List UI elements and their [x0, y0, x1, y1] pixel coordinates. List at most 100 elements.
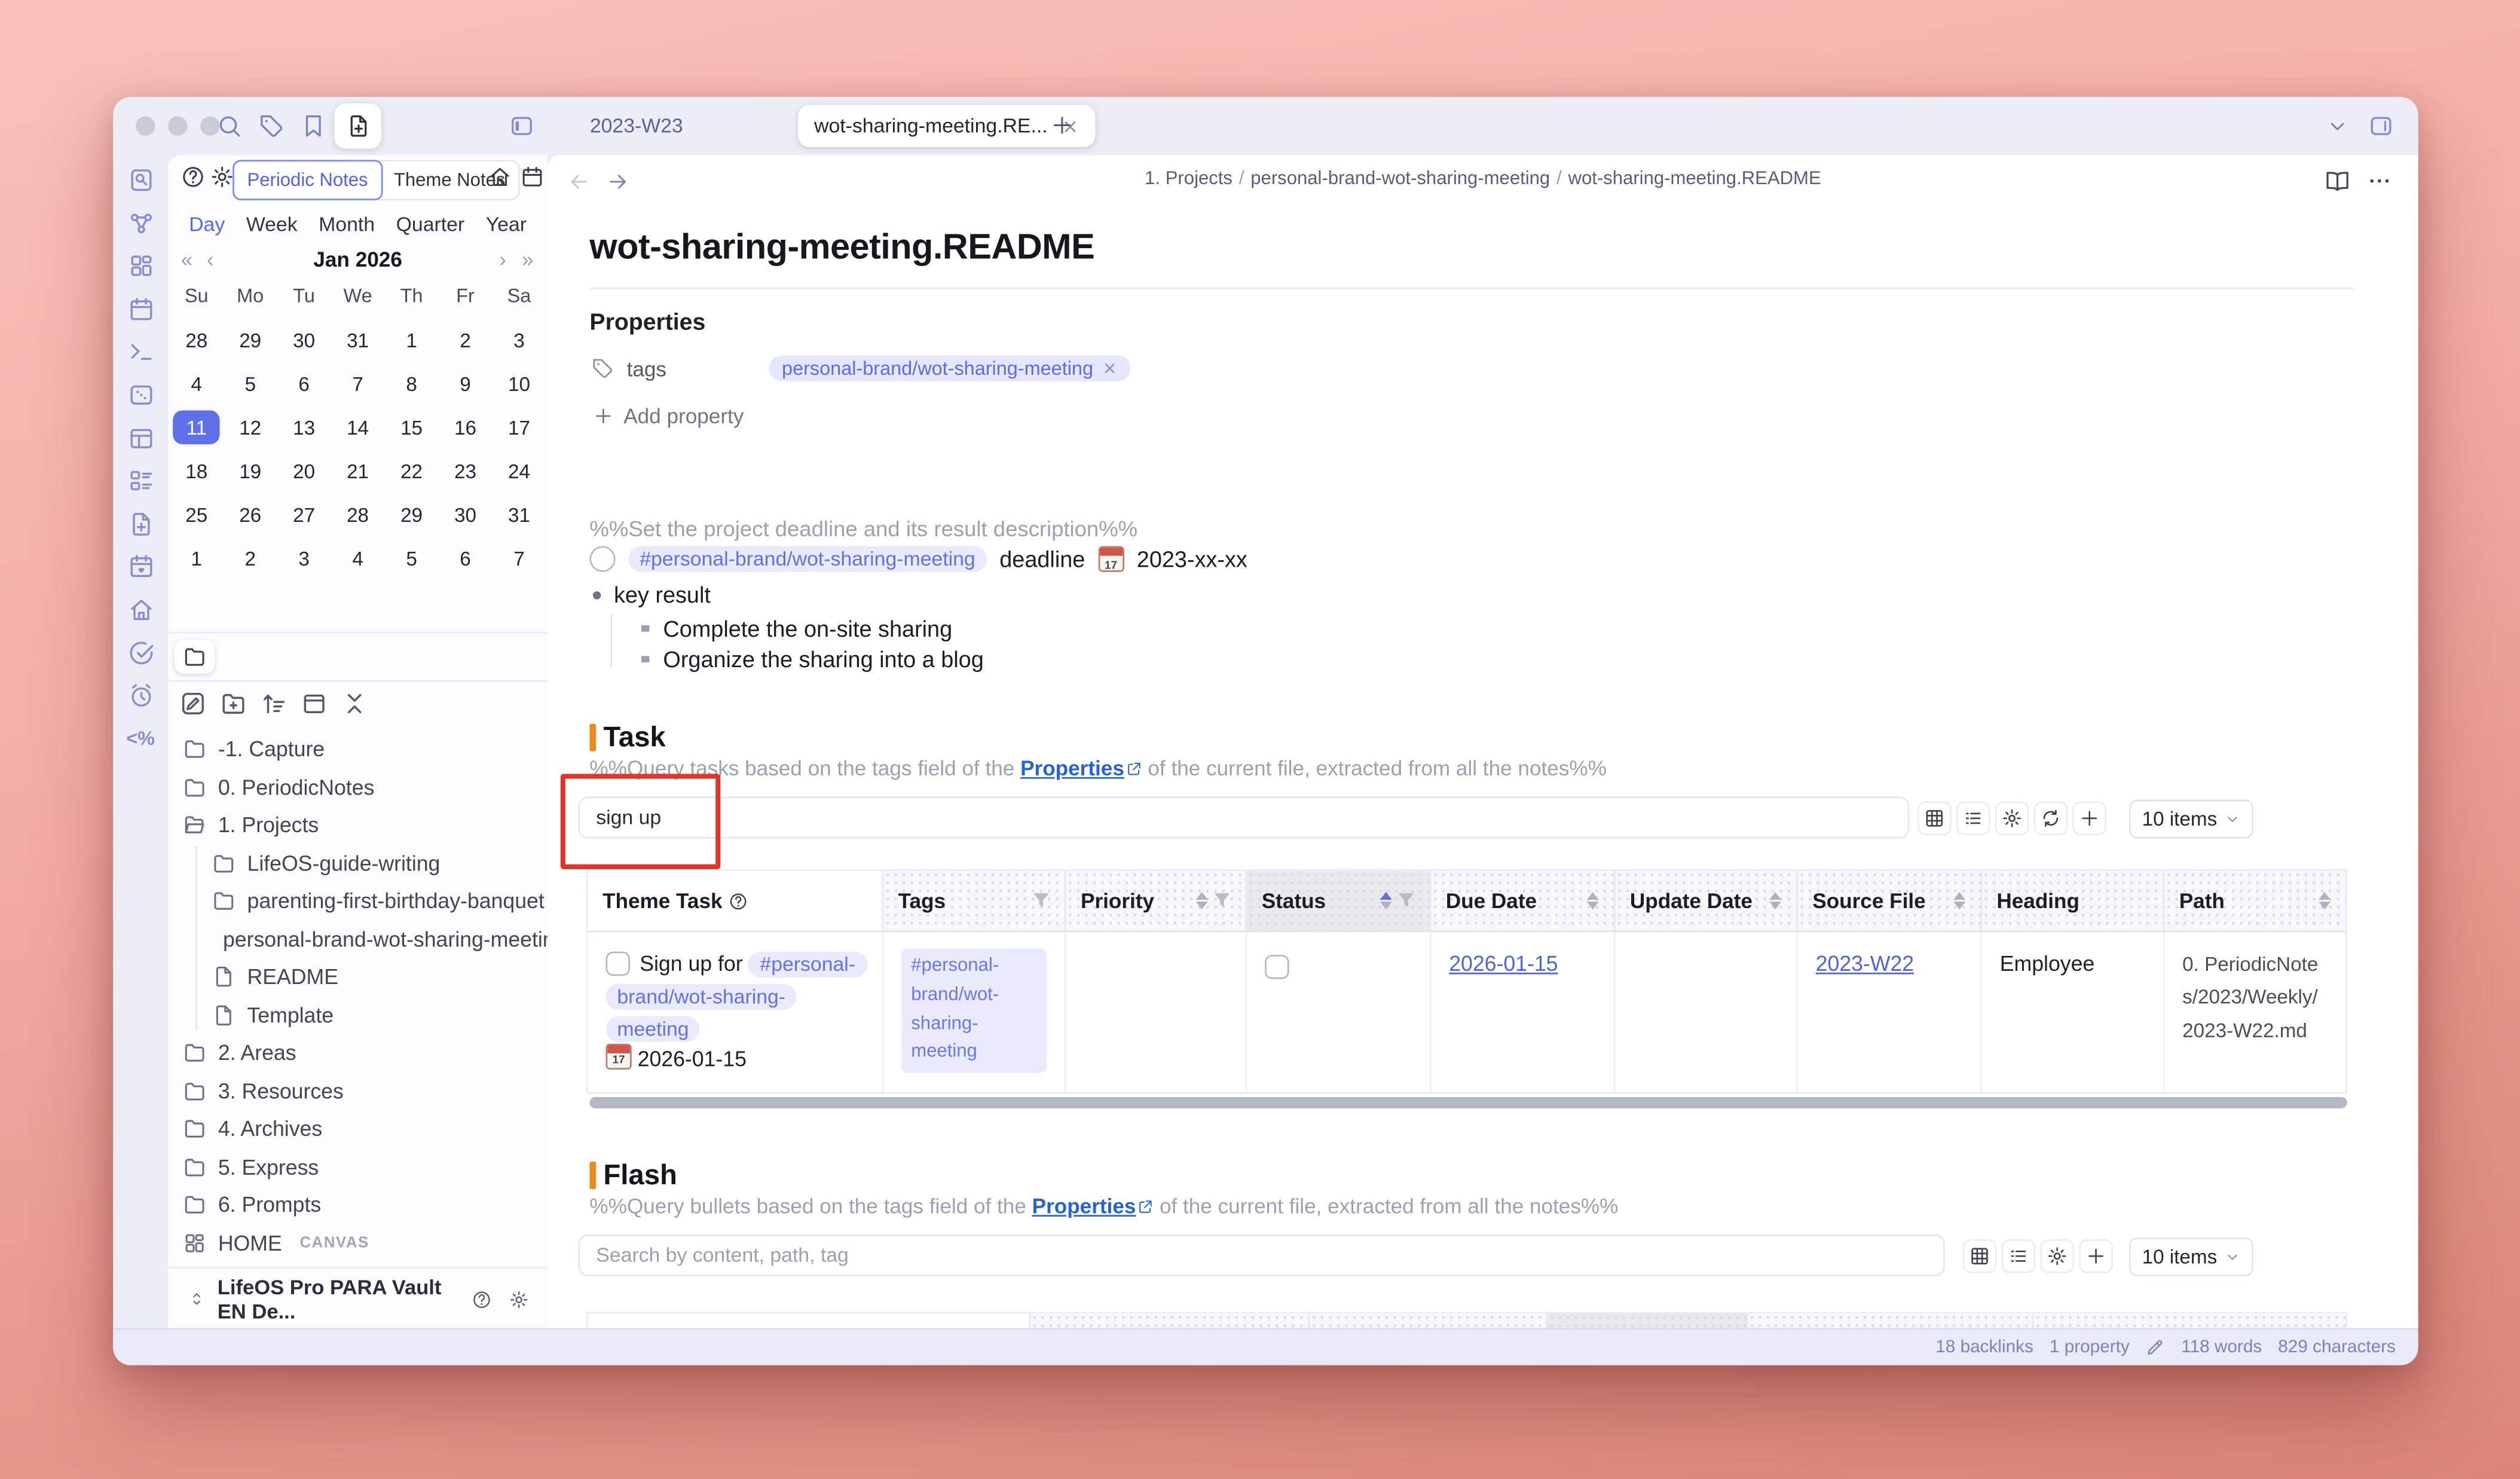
col-path[interactable]: Path: [2164, 871, 2345, 933]
calendar-day[interactable]: 12: [224, 405, 277, 449]
tree-item-home[interactable]: HOMECANVAS: [168, 1224, 548, 1262]
tag-icon[interactable]: [258, 113, 284, 139]
add-property-button[interactable]: Add property: [593, 404, 744, 429]
calendar-day[interactable]: 28: [170, 318, 224, 362]
vault-switcher[interactable]: LifeOS Pro PARA Vault EN De...: [168, 1267, 548, 1330]
calendar-day[interactable]: 22: [385, 449, 439, 493]
alarm-clock-icon[interactable]: [127, 682, 154, 710]
calendar-day[interactable]: 7: [331, 362, 385, 405]
calendar-day[interactable]: 20: [277, 449, 331, 493]
calendar-day[interactable]: 17: [492, 405, 546, 449]
calendar-heart-icon[interactable]: [127, 553, 154, 580]
tag-pill[interactable]: #personal-brand/wot-sharing-meeting: [628, 546, 986, 572]
home-icon[interactable]: [127, 596, 154, 624]
col-theme-task[interactable]: Theme Task: [588, 871, 884, 933]
tree-item[interactable]: 6. Prompts: [168, 1186, 548, 1224]
help-circle-icon[interactable]: [181, 165, 206, 190]
calendar-day[interactable]: 9: [439, 362, 493, 405]
tree-item[interactable]: personal-brand-wot-sharing-meeting: [168, 920, 548, 958]
workflow-icon[interactable]: [127, 209, 154, 237]
next-year-button[interactable]: »: [522, 247, 534, 271]
book-open-icon[interactable]: [2325, 168, 2350, 194]
tab-periodic-notes[interactable]: Periodic Notes: [233, 160, 383, 201]
calendar-day[interactable]: 6: [277, 362, 331, 405]
file-search-icon[interactable]: [127, 166, 154, 194]
help-circle-icon[interactable]: [472, 1287, 493, 1312]
col-update-date[interactable]: Update Date: [1616, 871, 1798, 933]
calendar-day[interactable]: 4: [331, 536, 385, 580]
breadcrumb[interactable]: 1. Projects/personal-brand-wot-sharing-m…: [548, 170, 2418, 189]
col-heading[interactable]: Heading: [1748, 1313, 2033, 1328]
sort-asc-icon[interactable]: [1953, 891, 1966, 900]
calendar-day[interactable]: 8: [385, 362, 439, 405]
task-checkbox[interactable]: [605, 952, 630, 976]
sort-asc-icon[interactable]: [2318, 891, 2331, 900]
tree-item[interactable]: parenting-first-birthday-banquet: [168, 882, 548, 921]
close-icon[interactable]: [1102, 360, 1118, 377]
tree-item[interactable]: 4. Archives: [168, 1110, 548, 1148]
new-note-icon[interactable]: [179, 690, 207, 717]
sort-desc-icon[interactable]: [1586, 902, 1600, 910]
col-priority[interactable]: Priority: [1066, 871, 1247, 933]
tree-item[interactable]: README: [168, 958, 548, 997]
todo-checkbox[interactable]: [589, 546, 615, 572]
calendar-day[interactable]: 2: [439, 318, 493, 362]
horizontal-scrollbar[interactable]: [589, 1097, 2347, 1108]
calendar-day[interactable]: 30: [277, 318, 331, 362]
window-minimize-button[interactable]: [168, 117, 187, 136]
calendar-day[interactable]: 10: [492, 362, 546, 405]
sort-desc-icon[interactable]: [2318, 902, 2331, 910]
flash-search-input[interactable]: [579, 1234, 1945, 1276]
backlinks-count[interactable]: 18 backlinks: [1935, 1338, 2033, 1357]
calendar-day[interactable]: 13: [277, 405, 331, 449]
add-row-button[interactable]: [2072, 801, 2106, 835]
file-plus-icon[interactable]: [127, 510, 154, 537]
calendar-day[interactable]: 25: [170, 493, 224, 536]
view-week[interactable]: Week: [246, 213, 298, 236]
col-update-date[interactable]: Update Date: [1548, 1313, 1748, 1328]
list-view-button[interactable]: [1956, 801, 1990, 835]
col-source-file[interactable]: Source File: [1310, 1313, 1548, 1328]
calendar-day[interactable]: 31: [331, 318, 385, 362]
settings-button[interactable]: [2040, 1239, 2074, 1273]
properties-link[interactable]: Properties: [1032, 1194, 1136, 1218]
panel-right-icon[interactable]: [2368, 113, 2394, 139]
tag-pill[interactable]: #personal-brand/wot-sharing-meeting: [901, 948, 1047, 1073]
view-year[interactable]: Year: [486, 213, 527, 236]
sort-asc-icon[interactable]: [1769, 891, 1782, 900]
canvas-icon[interactable]: [127, 381, 154, 409]
calendar-day[interactable]: 1: [170, 536, 224, 580]
view-quarter[interactable]: Quarter: [396, 213, 465, 236]
col-heading[interactable]: Heading: [1982, 871, 2164, 933]
chevron-down-icon[interactable]: [2326, 115, 2349, 137]
calendar-day[interactable]: 23: [439, 449, 493, 493]
calendar-day[interactable]: 27: [277, 493, 331, 536]
calendar-day[interactable]: 4: [170, 362, 224, 405]
sort-asc-icon[interactable]: [1195, 891, 1209, 900]
task-search-input[interactable]: [579, 796, 1910, 838]
new-tab-icon[interactable]: [1050, 113, 1075, 137]
table-view-button[interactable]: [1963, 1239, 1997, 1273]
filter-icon[interactable]: [1397, 892, 1415, 910]
calendar-day[interactable]: 29: [224, 318, 277, 362]
calendar-day[interactable]: 18: [170, 449, 224, 493]
sort-desc-icon[interactable]: [1195, 902, 1209, 910]
terminal-icon[interactable]: [127, 338, 154, 366]
sort-desc-icon[interactable]: [1953, 902, 1966, 910]
more-options-icon[interactable]: [2366, 168, 2392, 194]
calendar-day[interactable]: 14: [331, 405, 385, 449]
view-day[interactable]: Day: [189, 213, 225, 236]
tree-item[interactable]: Template: [168, 996, 548, 1034]
calendar-day[interactable]: 21: [331, 449, 385, 493]
col-due-date[interactable]: Due Date: [1431, 871, 1615, 933]
calendar-day[interactable]: 5: [385, 536, 439, 580]
new-file-button[interactable]: [334, 103, 381, 149]
tree-item[interactable]: 3. Resources: [168, 1072, 548, 1110]
sort-asc-icon-active[interactable]: [1380, 891, 1393, 900]
calendar-day[interactable]: 26: [224, 493, 277, 536]
refresh-button[interactable]: [2034, 801, 2068, 835]
calendar-day[interactable]: 1: [385, 318, 439, 362]
search-icon[interactable]: [216, 113, 242, 139]
sort-desc-icon[interactable]: [1380, 902, 1393, 910]
home-icon[interactable]: [488, 165, 512, 190]
